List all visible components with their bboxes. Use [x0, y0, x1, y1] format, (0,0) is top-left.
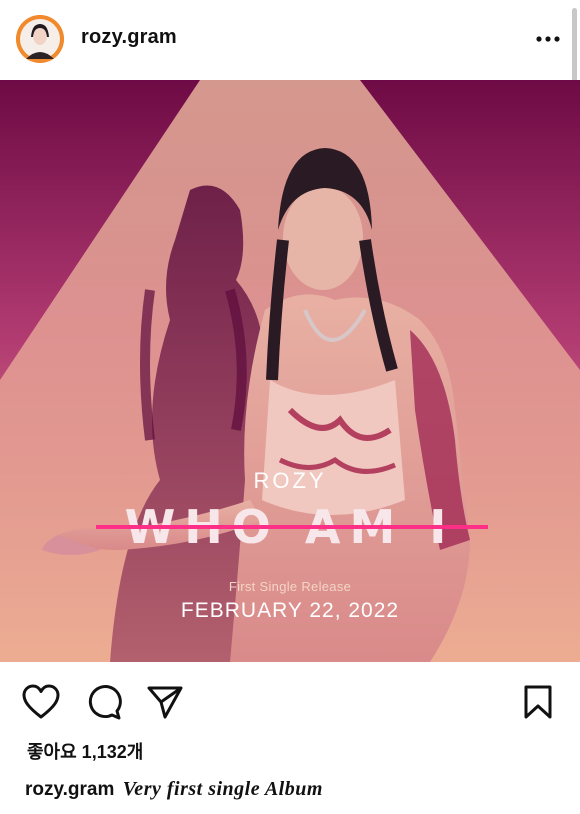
caption-text: Very first single Album [122, 778, 323, 800]
bookmark-icon[interactable] [523, 684, 553, 725]
header-username[interactable]: rozy.gram [81, 26, 177, 49]
avatar-image [16, 15, 64, 63]
post-header: rozy.gram [0, 0, 580, 108]
image-artist-text: ROZY [253, 468, 327, 493]
more-horizontal-icon[interactable] [536, 29, 560, 49]
profile-avatar[interactable] [16, 15, 64, 63]
likes-count[interactable]: 좋아요 1,132개 [27, 738, 143, 764]
action-bar [0, 672, 580, 732]
image-subtitle-text: First Single Release [228, 579, 352, 594]
post-image[interactable]: ROZY WHO AM I First Single Release FEBRU… [0, 80, 580, 662]
post-image-artwork [0, 80, 580, 662]
heart-icon[interactable] [22, 684, 60, 725]
send-icon[interactable] [147, 684, 183, 725]
comment-icon[interactable] [86, 684, 122, 725]
caption-username[interactable]: rozy.gram [25, 779, 114, 800]
post-caption: rozy.gram Very first single Album [25, 778, 323, 801]
title-strike-line [96, 525, 488, 529]
image-date-text: FEBRUARY 22, 2022 [180, 599, 400, 622]
